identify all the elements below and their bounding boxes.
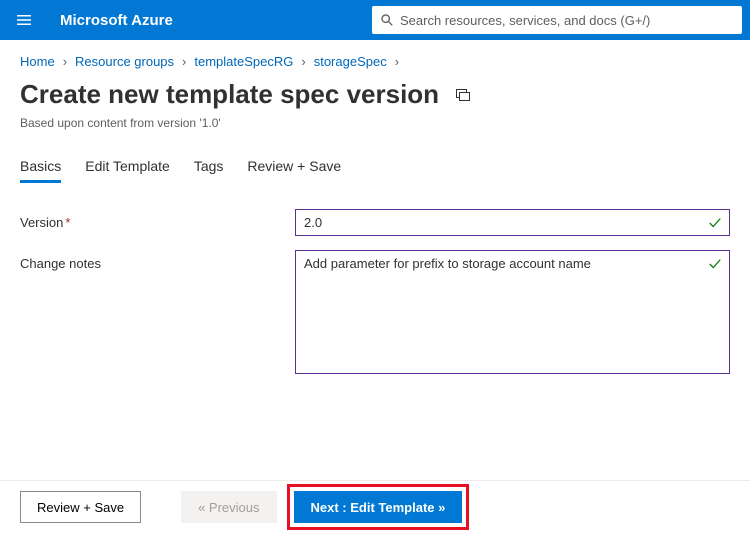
chevron-right-icon: › xyxy=(395,54,399,69)
tab-tags[interactable]: Tags xyxy=(194,158,224,183)
highlight-annotation: Next : Edit Template » xyxy=(287,484,470,530)
breadcrumb-resource-groups[interactable]: Resource groups xyxy=(75,54,174,69)
top-bar: Microsoft Azure xyxy=(0,0,750,40)
search-input[interactable] xyxy=(400,13,734,28)
search-icon xyxy=(380,13,394,27)
chevron-right-icon: › xyxy=(63,54,67,69)
form-area: Version* Change notes xyxy=(0,183,750,377)
change-notes-row: Change notes xyxy=(20,250,730,377)
breadcrumb-templatespecrg[interactable]: templateSpecRG xyxy=(194,54,293,69)
footer: Review + Save « Previous Next : Edit Tem… xyxy=(0,470,750,544)
feedback-icon[interactable] xyxy=(453,85,473,105)
search-box[interactable] xyxy=(372,6,742,34)
change-notes-label: Change notes xyxy=(20,250,295,271)
version-label: Version* xyxy=(20,209,295,230)
version-row: Version* xyxy=(20,209,730,236)
brand-logo[interactable]: Microsoft Azure xyxy=(52,12,181,29)
tab-edit-template[interactable]: Edit Template xyxy=(85,158,170,183)
required-indicator: * xyxy=(65,215,70,230)
tab-basics[interactable]: Basics xyxy=(20,158,61,183)
title-row: Create new template spec version xyxy=(0,77,750,112)
version-label-text: Version xyxy=(20,215,63,230)
change-notes-input[interactable] xyxy=(295,250,730,374)
page-subtitle: Based upon content from version '1.0' xyxy=(0,112,750,130)
menu-icon[interactable] xyxy=(8,4,40,36)
previous-button: « Previous xyxy=(181,491,276,523)
chevron-right-icon: › xyxy=(301,54,305,69)
tab-review-save[interactable]: Review + Save xyxy=(247,158,341,183)
review-save-button[interactable]: Review + Save xyxy=(20,491,141,523)
tabs: Basics Edit Template Tags Review + Save xyxy=(0,130,750,183)
next-edit-template-button[interactable]: Next : Edit Template » xyxy=(294,491,463,523)
breadcrumb-home[interactable]: Home xyxy=(20,54,55,69)
page-title: Create new template spec version xyxy=(20,79,439,110)
breadcrumb: Home › Resource groups › templateSpecRG … xyxy=(0,40,750,77)
breadcrumb-storagespec[interactable]: storageSpec xyxy=(314,54,387,69)
chevron-right-icon: › xyxy=(182,54,186,69)
version-input[interactable] xyxy=(295,209,730,236)
